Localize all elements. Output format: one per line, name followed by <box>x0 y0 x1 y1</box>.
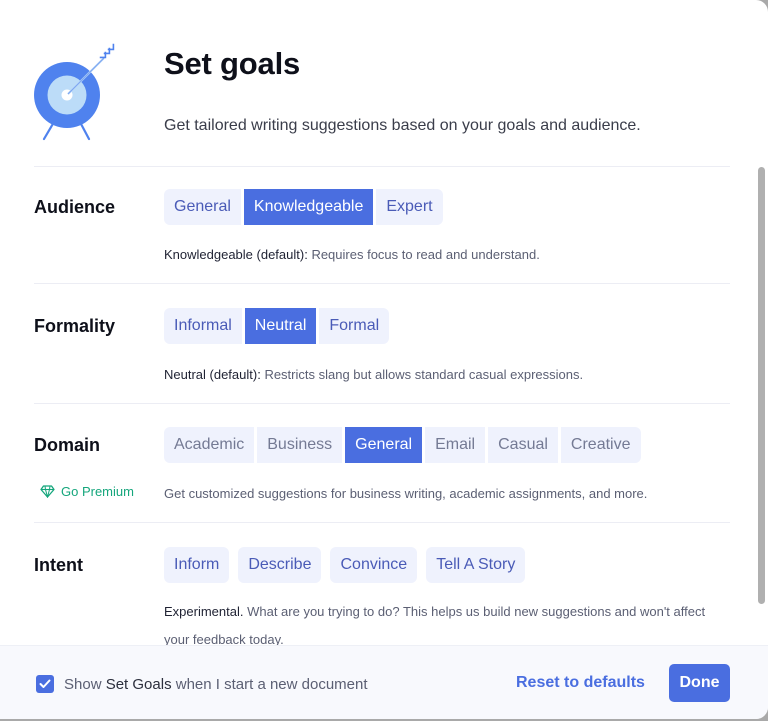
domain-option-creative[interactable]: Creative <box>560 427 641 463</box>
show-set-goals-label: Show Set Goals when I start a new docume… <box>64 676 368 693</box>
divider <box>34 403 730 404</box>
formality-description: Neutral (default): Restricts slang but a… <box>164 367 583 382</box>
intent-option-inform[interactable]: Inform <box>164 547 230 583</box>
intent-description-text: What are you trying to do? This helps us… <box>164 604 706 647</box>
domain-selector: Academic Business General Email Casual C… <box>164 427 641 463</box>
checkbox-label-strong: Set Goals <box>105 676 172 693</box>
formality-option-formal[interactable]: Formal <box>319 308 390 344</box>
audience-label: Audience <box>34 197 116 217</box>
domain-option-business[interactable]: Business <box>257 427 343 463</box>
divider <box>34 166 730 167</box>
intent-selector: Inform Describe Convince Tell A Story <box>164 547 526 583</box>
go-premium-label: Go Premium <box>61 484 134 499</box>
audience-description: Knowledgeable (default): Requires focus … <box>164 247 540 262</box>
formality-label: Formality <box>34 316 116 336</box>
intent-option-tell-a-story[interactable]: Tell A Story <box>426 547 526 583</box>
reset-to-defaults-button[interactable]: Reset to defaults <box>516 674 645 692</box>
domain-option-general[interactable]: General <box>345 427 423 463</box>
audience-option-general[interactable]: General <box>164 189 241 225</box>
divider <box>34 522 730 523</box>
domain-option-academic[interactable]: Academic <box>164 427 255 463</box>
diamond-icon <box>40 485 55 498</box>
domain-option-casual[interactable]: Casual <box>488 427 558 463</box>
formality-selector: Informal Neutral Formal <box>164 308 390 344</box>
domain-label: Domain <box>34 435 101 455</box>
domain-option-email[interactable]: Email <box>425 427 486 463</box>
audience-option-knowledgeable[interactable]: Knowledgeable <box>243 189 374 225</box>
go-premium-link[interactable]: Go Premium <box>40 484 134 499</box>
show-set-goals-checkbox[interactable] <box>36 675 54 693</box>
intent-option-convince[interactable]: Convince <box>330 547 418 583</box>
domain-description: Get customized suggestions for business … <box>164 486 648 501</box>
dialog-subtitle: Get tailored writing suggestions based o… <box>164 117 641 134</box>
checkbox-label-suffix: when I start a new document <box>171 676 368 693</box>
formality-option-informal[interactable]: Informal <box>164 308 242 344</box>
formality-description-text: Restricts slang but allows standard casu… <box>260 367 584 382</box>
intent-description-lead: Experimental. <box>164 604 244 619</box>
target-with-arrow-icon <box>34 43 115 141</box>
formality-option-neutral[interactable]: Neutral <box>244 308 317 344</box>
audience-selector: General Knowledgeable Expert <box>164 189 443 225</box>
dialog-footer: Show Set Goals when I start a new docume… <box>0 645 768 719</box>
checkmark-icon <box>39 679 51 688</box>
audience-description-text: Requires focus to read and understand. <box>307 247 540 262</box>
divider <box>34 283 730 284</box>
set-goals-dialog: Set goals Get tailored writing suggestio… <box>0 0 768 719</box>
scrollbar-thumb[interactable] <box>758 167 765 604</box>
checkbox-label-prefix: Show <box>64 676 106 693</box>
audience-description-lead: Knowledgeable (default): <box>164 247 308 262</box>
audience-option-expert[interactable]: Expert <box>376 189 443 225</box>
formality-description-lead: Neutral (default): <box>164 367 261 382</box>
intent-label: Intent <box>34 555 83 575</box>
intent-option-describe[interactable]: Describe <box>238 547 322 583</box>
dialog-title: Set goals <box>164 46 301 81</box>
done-button[interactable]: Done <box>669 664 730 702</box>
